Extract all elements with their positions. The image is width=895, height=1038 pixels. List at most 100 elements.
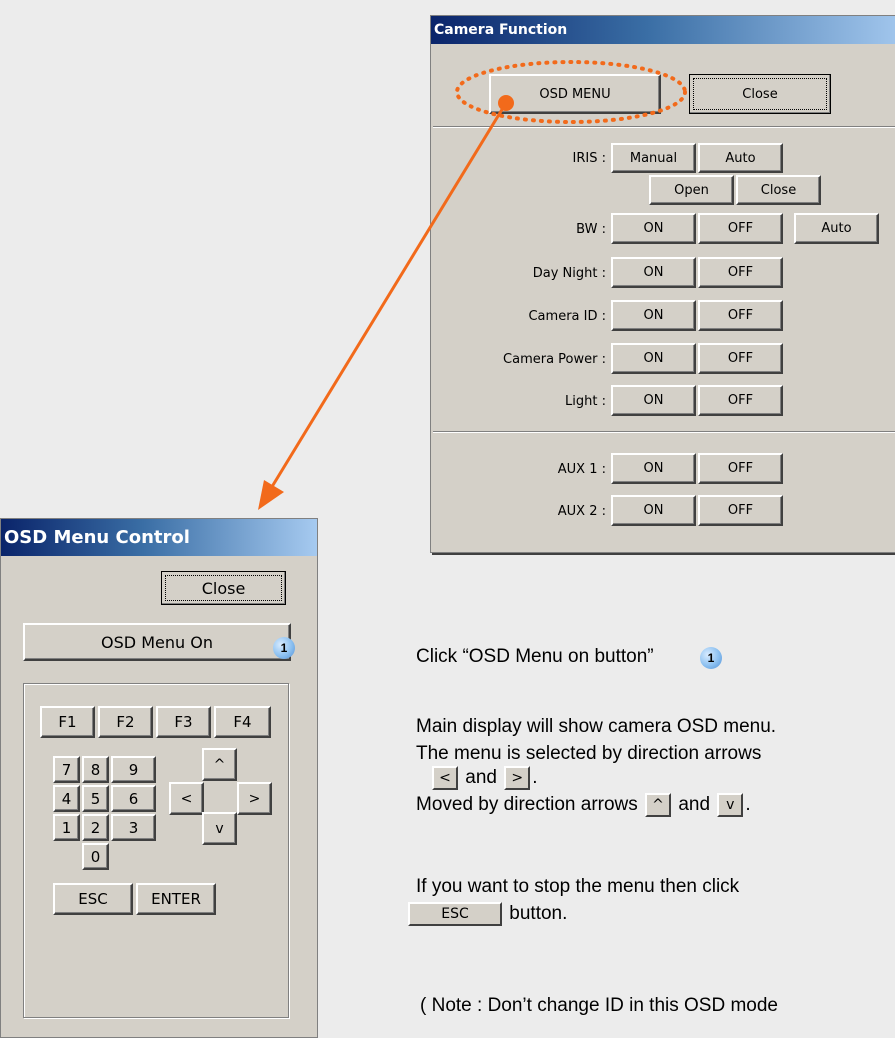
camera-power-off-button[interactable]: OFF [698,343,783,374]
key-7-label: 7 [61,760,72,779]
arrow-up-button[interactable]: ^ [202,748,237,781]
key-6-button[interactable]: 6 [111,785,156,812]
aux1-label: AUX 1 : [557,462,606,477]
aux1-on-button[interactable]: ON [611,453,696,484]
main-display-text: Main display will show camera OSD menu. [416,716,777,737]
f2-button[interactable]: F2 [98,706,153,738]
iris-close-button[interactable]: Close [736,175,821,205]
light-off-label: OFF [727,393,754,408]
instruction-note: ( Note : Don’t change ID in this OSD mod… [420,995,778,1017]
osd-menu-control-dialog: OSD Menu Control Close OSD Menu On 1 F1 … [0,518,318,1038]
key-9-button[interactable]: 9 [111,756,156,783]
camera-id-off-button[interactable]: OFF [698,300,783,331]
camera-close-button-label: Close [742,86,778,102]
light-off-button[interactable]: OFF [698,385,783,416]
and-text-2: and [678,794,711,816]
aux2-off-button[interactable]: OFF [698,495,783,526]
down-arrow-chip: v [717,793,744,817]
enter-button[interactable]: ENTER [136,883,216,915]
day-night-on-button[interactable]: ON [611,257,696,288]
key-9-label: 9 [128,760,139,779]
f3-button[interactable]: F3 [156,706,211,738]
instruction-step1: Click “OSD Menu on button” [416,646,654,668]
day-night-off-button[interactable]: OFF [698,257,783,288]
camera-power-label: Camera Power : [503,352,606,367]
instruction-main-display: Main display will show camera OSD menu. [416,716,776,738]
camera-function-title: Camera Function [434,22,568,38]
arrow-up-label: ^ [213,756,226,773]
instruction-selected-by: The menu is selected by direction arrows [416,743,761,765]
bw-auto-button[interactable]: Auto [794,213,879,244]
camera-id-off-label: OFF [727,308,754,323]
arrow-down-label: v [215,820,224,837]
camera-function-dialog: Camera Function OSD MENU Close IRIS : Ma… [430,15,895,553]
key-1-label: 1 [61,818,72,837]
light-on-label: ON [643,393,664,408]
f4-button[interactable]: F4 [214,706,271,738]
day-night-off-label: OFF [727,265,754,280]
camera-id-on-label: ON [643,308,664,323]
key-3-button[interactable]: 3 [111,814,156,841]
osd-menu-on-button-label: OSD Menu On [101,632,213,652]
camera-power-off-label: OFF [727,351,754,366]
osd-menu-control-titlebar: OSD Menu Control [1,519,317,556]
iris-auto-label: Auto [725,150,756,166]
bw-auto-label: Auto [821,221,852,236]
callout-arrowhead [258,480,284,510]
aux2-off-label: OFF [727,503,754,518]
camera-power-on-label: ON [643,351,664,366]
aux1-on-label: ON [643,461,664,476]
esc-label: ESC [78,890,108,908]
instruction-badge-number: 1 [707,651,715,665]
osd-close-button[interactable]: Close [161,571,286,605]
iris-open-button[interactable]: Open [649,175,734,205]
bw-on-label: ON [643,221,664,236]
iris-label: IRIS : [572,151,606,166]
key-8-button[interactable]: 8 [82,756,109,783]
key-2-button[interactable]: 2 [82,814,109,841]
arrow-down-button[interactable]: v [202,812,237,845]
bw-off-button[interactable]: OFF [698,213,783,244]
iris-auto-button[interactable]: Auto [698,143,783,173]
arrow-right-button[interactable]: > [237,782,272,815]
key-5-button[interactable]: 5 [82,785,109,812]
camera-id-on-button[interactable]: ON [611,300,696,331]
f1-label: F1 [58,713,77,731]
iris-open-label: Open [674,182,709,198]
key-4-button[interactable]: 4 [53,785,80,812]
aux1-off-button[interactable]: OFF [698,453,783,484]
camera-power-on-button[interactable]: ON [611,343,696,374]
iris-manual-label: Manual [629,150,678,166]
instruction-left-right: < and >. [430,766,538,790]
osd-menu-control-title: OSD Menu Control [4,527,190,548]
arrow-left-button[interactable]: < [169,782,204,815]
camera-function-titlebar: Camera Function [431,16,895,44]
key-2-label: 2 [90,818,101,837]
camera-id-label: Camera ID : [528,309,606,324]
key-7-button[interactable]: 7 [53,756,80,783]
osd-menu-button-label: OSD MENU [539,86,611,102]
iris-manual-button[interactable]: Manual [611,143,696,173]
bw-label: BW : [576,222,606,237]
aux1-off-label: OFF [727,461,754,476]
osd-menu-on-button[interactable]: OSD Menu On [23,623,291,661]
step-badge: 1 [273,637,295,659]
left-arrow-chip: < [432,766,458,790]
esc-chip: ESC [408,902,502,926]
aux2-on-label: ON [643,503,664,518]
light-on-button[interactable]: ON [611,385,696,416]
osd-close-button-label: Close [201,578,246,598]
instruction-step1-text: Click “OSD Menu on button” [416,646,654,667]
f1-button[interactable]: F1 [40,706,95,738]
key-4-label: 4 [61,789,72,808]
camera-close-button[interactable]: Close [689,74,831,114]
esc-button[interactable]: ESC [53,883,133,915]
key-8-label: 8 [90,760,101,779]
enter-label: ENTER [151,890,201,908]
key-0-button[interactable]: 0 [82,843,109,870]
light-label: Light : [565,394,606,409]
bw-on-button[interactable]: ON [611,213,696,244]
aux2-on-button[interactable]: ON [611,495,696,526]
osd-menu-button[interactable]: OSD MENU [489,74,661,114]
key-1-button[interactable]: 1 [53,814,80,841]
